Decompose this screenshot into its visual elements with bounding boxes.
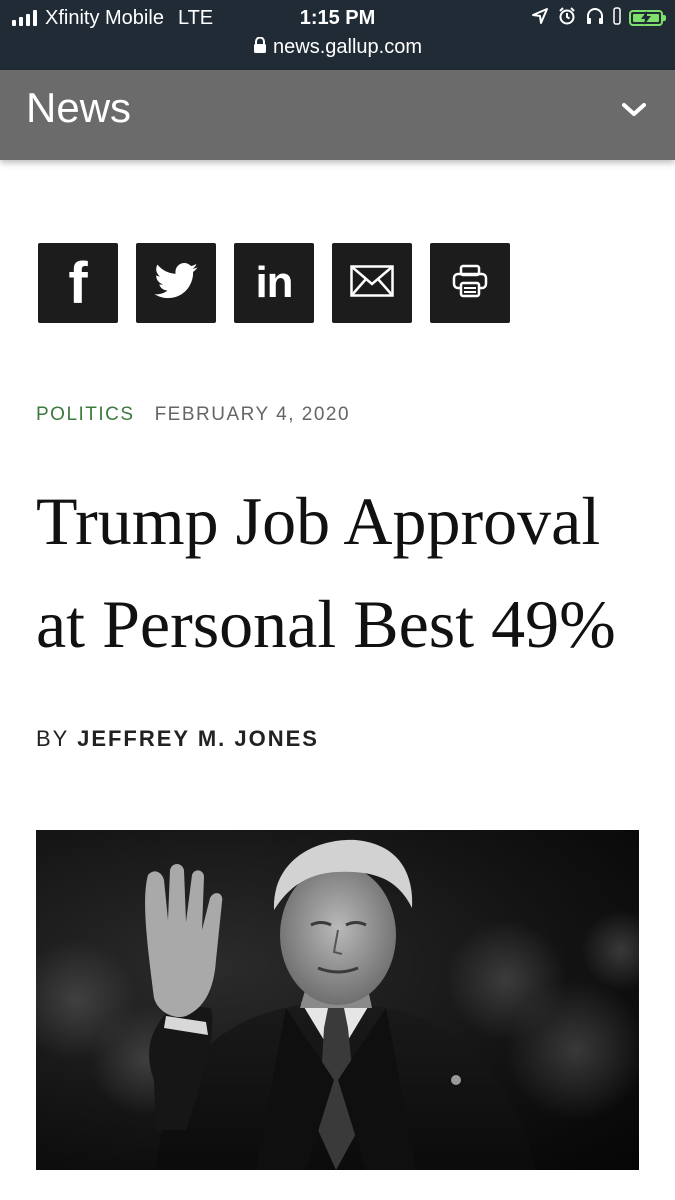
alarm-icon (557, 6, 577, 31)
share-buttons: f in (38, 243, 510, 323)
chevron-down-icon[interactable] (621, 102, 647, 123)
headline-line-1: Trump Job Approval (36, 483, 601, 559)
linkedin-icon: in (255, 258, 293, 307)
twitter-icon (154, 262, 198, 304)
headphones-icon (585, 6, 605, 31)
article-meta: POLITICS FEBRUARY 4, 2020 (36, 404, 350, 426)
article-headline: Trump Job Approval at Personal Best 49% (36, 470, 656, 676)
status-bar: Xfinity Mobile LTE 1:15 PM news.gallup.c… (0, 0, 675, 70)
section-title: News (26, 84, 132, 131)
facebook-icon: f (68, 250, 88, 316)
print-icon (452, 264, 488, 303)
article-hero-image (36, 830, 639, 1170)
url-text: news.gallup.com (273, 36, 422, 58)
hero-photo-illustration (36, 839, 639, 1170)
location-icon (531, 7, 549, 30)
twitter-share-button[interactable] (136, 243, 216, 323)
publish-date: FEBRUARY 4, 2020 (154, 404, 351, 425)
status-icons (531, 6, 666, 31)
print-button[interactable] (430, 243, 510, 323)
section-header[interactable]: News (0, 70, 675, 160)
facebook-share-button[interactable]: f (38, 243, 118, 323)
lock-icon (253, 36, 267, 59)
address-bar[interactable]: news.gallup.com (0, 36, 675, 59)
linkedin-share-button[interactable]: in (234, 243, 314, 323)
orientation-lock-icon (613, 6, 621, 30)
battery-icon (629, 10, 666, 26)
email-icon (350, 264, 394, 302)
author-link[interactable]: JEFFREY M. JONES (77, 726, 319, 751)
category-link[interactable]: POLITICS (36, 404, 135, 426)
byline: BY JEFFREY M. JONES (36, 726, 319, 752)
headline-line-2: at Personal Best 49% (36, 586, 616, 662)
email-share-button[interactable] (332, 243, 412, 323)
byline-prefix: BY (36, 726, 69, 751)
